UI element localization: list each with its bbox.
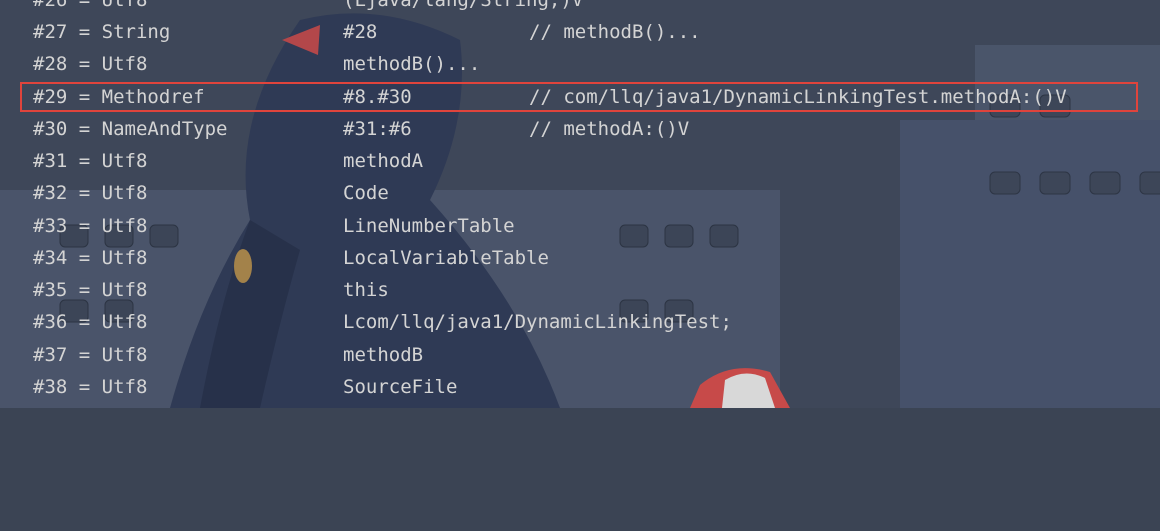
- entry-index: #27 = String: [33, 21, 171, 43]
- entry-index: #35 = Utf8: [33, 279, 148, 301]
- entry-index: #32 = Utf8: [33, 182, 148, 204]
- constant-pool-entry: #37 = Utf8 methodB: [0, 339, 1160, 371]
- entry-value: methodB()...: [343, 53, 481, 75]
- entry-value: (Ljava/lang/String;)V: [343, 0, 584, 11]
- constant-pool-entry: #36 = Utf8 Lcom/llq/java1/DynamicLinking…: [0, 306, 1160, 338]
- entry-value: #31:#6: [343, 118, 412, 140]
- constant-pool-entry: #31 = Utf8 methodA: [0, 145, 1160, 177]
- highlight-annotation-box: [20, 82, 1138, 112]
- entry-value: Lcom/llq/java1/DynamicLinkingTest;: [343, 311, 732, 333]
- entry-value: LineNumberTable: [343, 215, 515, 237]
- constant-pool-entry: #27 = String #28 // methodB()...: [0, 16, 1160, 48]
- entry-value: this: [343, 279, 389, 301]
- constant-pool-listing: #26 = Utf8 (Ljava/lang/String;)V #27 = S…: [0, 0, 1160, 408]
- entry-index: #34 = Utf8: [33, 247, 148, 269]
- constant-pool-entry: #35 = Utf8 this: [0, 274, 1160, 306]
- entry-index: #33 = Utf8: [33, 215, 148, 237]
- constant-pool-entry: #33 = Utf8 LineNumberTable: [0, 210, 1160, 242]
- constant-pool-entry: #34 = Utf8 LocalVariableTable: [0, 242, 1160, 274]
- entry-index: #28 = Utf8: [33, 53, 148, 75]
- entry-index: #30 = NameAndType: [33, 118, 228, 140]
- constant-pool-entry: #28 = Utf8 methodB()...: [0, 48, 1160, 80]
- entry-index: #37 = Utf8: [33, 344, 148, 366]
- entry-value: SourceFile: [343, 376, 458, 398]
- entry-value: methodB: [343, 344, 424, 366]
- entry-comment: // methodB()...: [529, 21, 701, 43]
- entry-index: #26 = Utf8: [33, 0, 148, 11]
- entry-value: LocalVariableTable: [343, 247, 549, 269]
- entry-index: #38 = Utf8: [33, 376, 148, 398]
- entry-value: #28: [343, 21, 378, 43]
- entry-value: Code: [343, 182, 389, 204]
- entry-value: methodA: [343, 150, 424, 172]
- constant-pool-entry: #32 = Utf8 Code: [0, 177, 1160, 209]
- constant-pool-entry: #30 = NameAndType #31:#6 // methodA:()V: [0, 113, 1160, 145]
- entry-comment: // methodA:()V: [529, 118, 690, 140]
- entry-index: #36 = Utf8: [33, 311, 148, 333]
- entry-index: #31 = Utf8: [33, 150, 148, 172]
- constant-pool-entry: #38 = Utf8 SourceFile: [0, 371, 1160, 403]
- constant-pool-entry: #26 = Utf8 (Ljava/lang/String;)V: [0, 0, 1160, 16]
